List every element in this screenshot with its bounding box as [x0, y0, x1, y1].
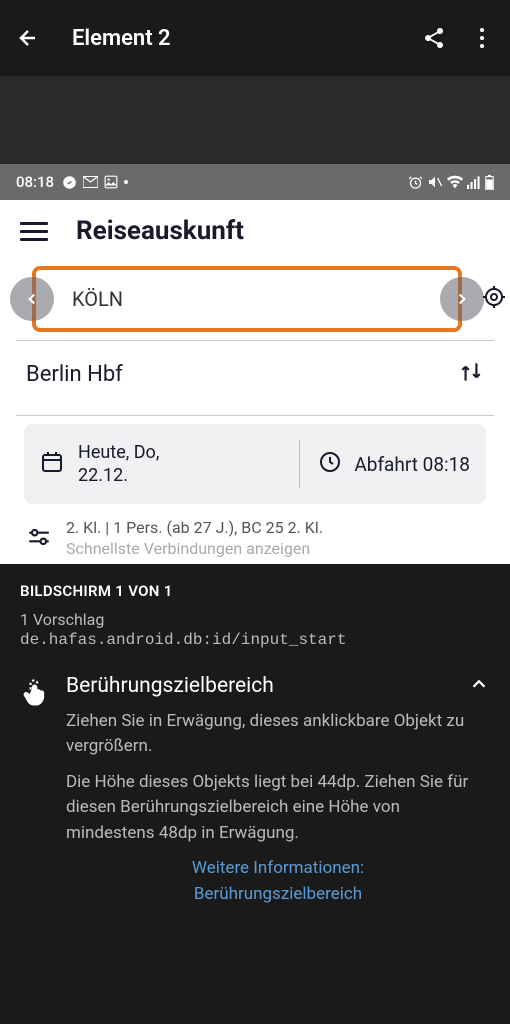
app-title: Reiseauskunft [76, 216, 244, 246]
from-input-row: KÖLN [10, 266, 500, 332]
battery-icon [485, 175, 494, 190]
suggestion-item[interactable]: Berührungszielbereich Ziehen Sie in Erwä… [20, 673, 490, 908]
divider [16, 415, 494, 416]
chevron-right-icon [453, 290, 471, 308]
preferences-text: 2. Kl. | 1 Pers. (ab 27 J.), BC 25 2. Kl… [66, 518, 323, 560]
from-input-text: KÖLN [72, 287, 123, 311]
location-icon[interactable] [482, 285, 506, 313]
notification-dot-icon [124, 180, 128, 184]
preferences-row[interactable]: 2. Kl. | 1 Pers. (ab 27 J.), BC 25 2. Kl… [10, 504, 500, 564]
to-input-text: Berlin Hbf [26, 362, 458, 387]
suggestion-count: 1 Vorschlag [20, 610, 490, 629]
learn-more-link[interactable]: Weitere Informationen: Berührungszielber… [66, 856, 490, 907]
suggestion-header: Berührungszielbereich [66, 673, 490, 699]
next-button[interactable] [440, 277, 484, 321]
chevron-up-icon[interactable] [468, 673, 490, 699]
back-arrow-icon[interactable] [16, 26, 40, 50]
resource-id: de.hafas.android.db:id/input_start [20, 631, 490, 649]
vertical-divider [299, 440, 300, 488]
screenshot-preview: 08:18 Reiseauskunft [0, 76, 510, 564]
chevron-left-icon [23, 290, 41, 308]
wifi-icon [447, 175, 463, 189]
suggestion-desc-2: Die Höhe dieses Objekts liegt bei 44dp. … [66, 770, 490, 847]
to-input-row[interactable]: Berlin Hbf [10, 341, 500, 407]
check-circle-icon [62, 175, 77, 190]
signal-icon [467, 175, 481, 189]
swap-icon[interactable] [458, 359, 484, 389]
search-area: KÖLN Berlin Hbf [0, 266, 510, 564]
prev-button[interactable] [10, 277, 54, 321]
date-text: Heute, Do, 22.12. [78, 441, 281, 488]
suggestion-desc-1: Ziehen Sie in Erwägung, dieses anklickba… [66, 709, 490, 760]
image-icon [104, 175, 118, 189]
clock-icon [318, 450, 342, 478]
departure-text: Abfahrt 08:18 [354, 453, 470, 476]
status-icons-left [62, 175, 128, 190]
more-vert-icon[interactable] [470, 26, 494, 50]
top-app-bar: Element 2 [0, 0, 510, 76]
mute-icon [427, 174, 443, 190]
sliders-icon [26, 524, 52, 554]
status-time: 08:18 [16, 173, 54, 191]
suggestion-title: Berührungszielbereich [66, 674, 274, 698]
share-icon[interactable] [422, 26, 446, 50]
app-header: Reiseauskunft [0, 200, 510, 266]
calendar-icon [40, 450, 64, 478]
alarm-icon [408, 175, 423, 190]
status-icons-right [408, 174, 494, 190]
phone-screenshot: 08:18 Reiseauskunft [0, 164, 510, 564]
datetime-selector[interactable]: Heute, Do, 22.12. Abfahrt 08:18 [24, 424, 486, 504]
suggestion-content: Berührungszielbereich Ziehen Sie in Erwä… [66, 673, 490, 908]
touch-icon [20, 677, 48, 908]
status-bar: 08:18 [0, 164, 510, 200]
mail-icon [83, 176, 98, 188]
from-input-highlighted[interactable]: KÖLN [32, 266, 462, 332]
page-title: Element 2 [72, 26, 422, 51]
hamburger-menu-icon[interactable] [20, 217, 48, 246]
screen-count-label: BILDSCHIRM 1 VON 1 [20, 582, 490, 600]
accessibility-panel: BILDSCHIRM 1 VON 1 1 Vorschlag de.hafas.… [0, 564, 510, 926]
